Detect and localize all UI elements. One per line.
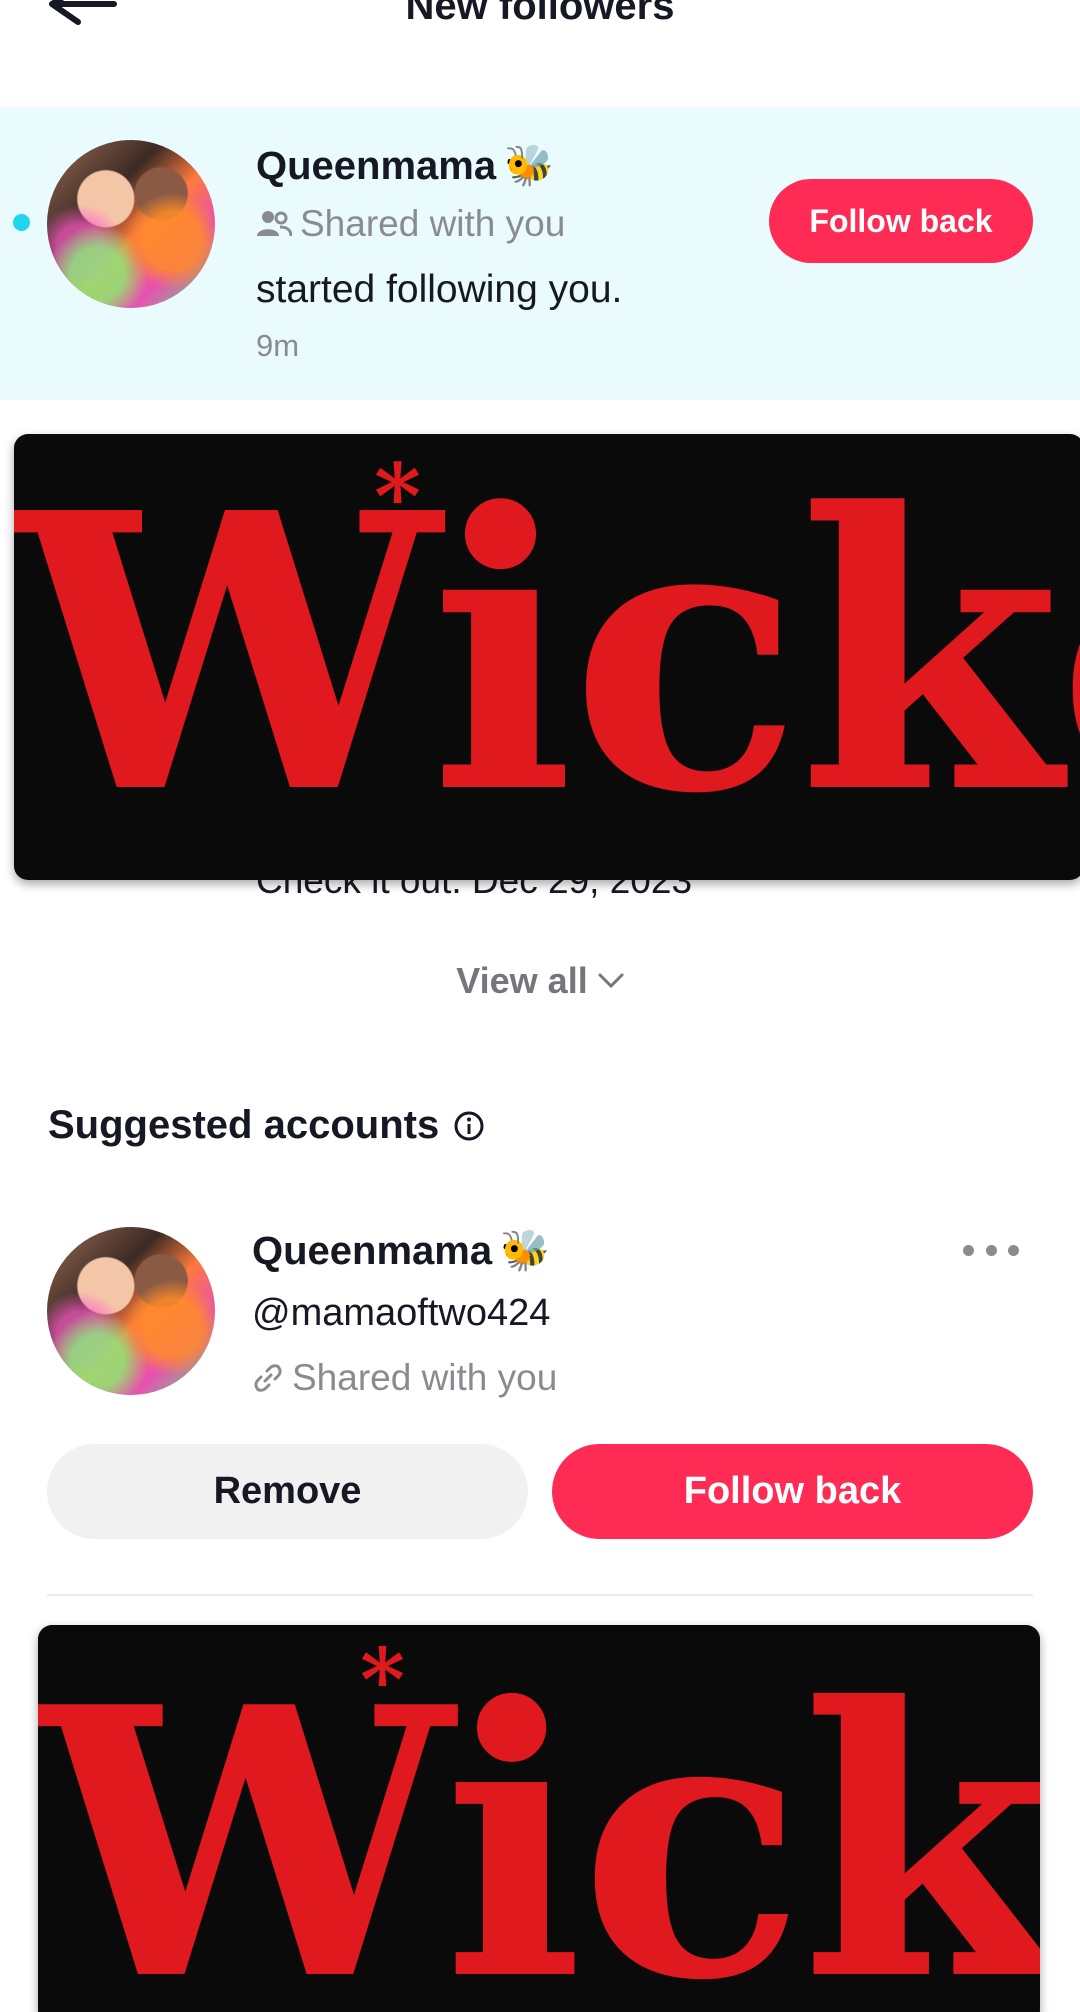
remove-button[interactable]: Remove: [47, 1444, 528, 1539]
suggested-account-name[interactable]: Queenmama 🐝: [252, 1227, 550, 1274]
link-icon: [254, 1364, 282, 1392]
bee-emoji: 🐝: [500, 1229, 550, 1273]
divider: [47, 1594, 1033, 1596]
people-icon: [257, 211, 292, 237]
notification-action-text: started following you.: [256, 268, 623, 311]
bee-emoji: 🐝: [504, 144, 554, 188]
follower-name[interactable]: Queenmama 🐝: [256, 142, 554, 189]
suggested-accounts-heading: Suggested accounts: [48, 1103, 485, 1148]
view-all-button[interactable]: View all: [0, 960, 1080, 1002]
wicked-sticker-text: Wicked: [14, 434, 1080, 877]
unread-indicator: [13, 214, 30, 231]
header-bar: New followers: [0, 0, 1080, 100]
shared-with-you-label: Shared with you: [252, 1357, 557, 1399]
wicked-sticker-overlay: * Wicked: [14, 434, 1080, 880]
follow-back-button[interactable]: Follow back: [552, 1444, 1033, 1539]
avatar[interactable]: [47, 140, 215, 308]
follow-back-button[interactable]: Follow back: [769, 179, 1033, 263]
info-icon[interactable]: [453, 1110, 485, 1142]
suggested-account-handle: @mamaoftwo424: [252, 1292, 551, 1334]
wicked-sticker-overlay: * Wicked: [38, 1625, 1040, 2012]
page-title: New followers: [405, 0, 675, 28]
chevron-down-icon: [598, 973, 624, 989]
notification-time: 9m: [256, 328, 300, 363]
wicked-sticker-text: Wicked: [38, 1628, 1040, 2012]
shared-with-you-label: Shared with you: [256, 203, 565, 245]
more-options-icon[interactable]: [963, 1240, 1019, 1260]
avatar[interactable]: [47, 1227, 215, 1395]
